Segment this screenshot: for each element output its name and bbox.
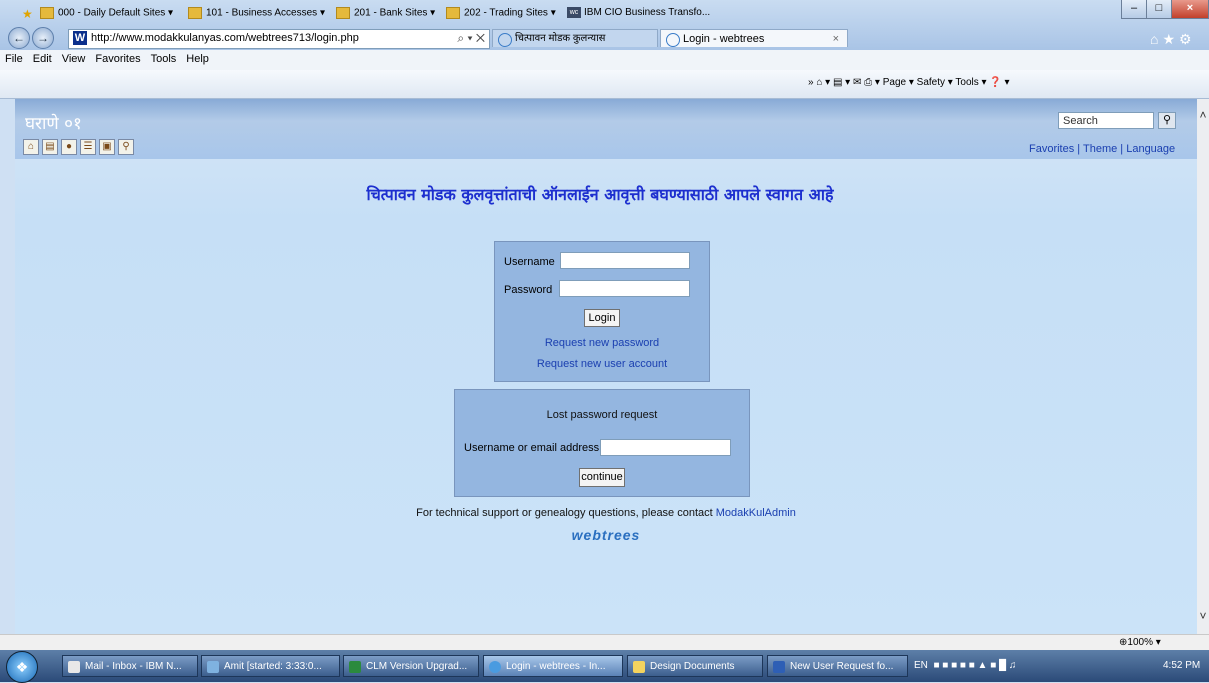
reports-icon[interactable]: ▣ — [99, 139, 115, 155]
fav-ibm-cio[interactable]: wc IBM CIO Business Transfo... — [567, 7, 710, 18]
menu-favorites[interactable]: Favorites — [90, 50, 145, 68]
lost-password-form: Lost password request Username or email … — [454, 389, 750, 497]
tab-modak-kulanyas[interactable]: चित्पावन मोडक कुलन्यास — [492, 29, 658, 47]
folder-icon — [336, 7, 350, 19]
home-favorites-settings-icons[interactable]: ⌂★⚙ — [1150, 31, 1196, 48]
pedigree-chart-icon[interactable]: ▤ — [42, 139, 58, 155]
task-login-webtrees[interactable]: Login - webtrees - In... — [483, 655, 623, 677]
individual-icon[interactable]: ● — [61, 139, 77, 155]
folder-icon — [40, 7, 54, 19]
login-button[interactable]: Login — [584, 309, 620, 327]
lost-password-heading: Lost password request — [546, 409, 658, 421]
menu-view[interactable]: View — [57, 50, 91, 68]
tab-label: चित्पावन मोडक कुलन्यास — [515, 33, 606, 44]
request-password-link[interactable]: Request new password — [495, 337, 709, 349]
start-button[interactable]: ❖ — [6, 651, 38, 683]
favorites-star-icon[interactable]: ★ — [22, 7, 33, 21]
language-indicator[interactable]: EN — [914, 660, 928, 671]
task-design-documents[interactable]: Design Documents — [627, 655, 763, 677]
ie-icon — [489, 661, 501, 673]
request-account-link[interactable]: Request new user account — [495, 358, 709, 370]
forward-button[interactable]: → — [32, 27, 54, 49]
loading-icon — [666, 33, 680, 47]
folder-icon — [446, 7, 460, 19]
site-toolbar: ⌂ ▤ ● ☰ ▣ ⚲ — [23, 139, 137, 155]
email-label: Username or email address — [464, 442, 600, 454]
lists-icon[interactable]: ☰ — [80, 139, 96, 155]
password-label: Password — [504, 284, 553, 296]
username-label: Username — [504, 256, 555, 268]
site-title[interactable]: घराणे ०१ — [25, 111, 82, 134]
home-icon[interactable]: ⌂ — [23, 139, 39, 155]
chat-icon — [207, 661, 219, 673]
task-amit[interactable]: Amit [started: 3:33:0... — [201, 655, 340, 677]
minimize-button[interactable]: – — [1121, 0, 1147, 19]
search-button[interactable]: ⚲ — [1158, 112, 1176, 129]
ie-page-icon — [498, 33, 512, 47]
webtrees-logo[interactable]: webtrees — [15, 527, 1197, 543]
password-input[interactable] — [559, 280, 690, 297]
task-mail[interactable]: Mail - Inbox - IBM N... — [62, 655, 198, 677]
word-icon — [773, 661, 785, 673]
fav-folder-trading[interactable]: 202 - Trading Sites ▾ — [446, 7, 556, 19]
mail-icon — [68, 661, 80, 673]
tab-login-webtrees[interactable]: Login - webtrees × — [660, 29, 848, 47]
login-form: Username Password Login Request new pass… — [494, 241, 710, 382]
folder-icon — [633, 661, 645, 673]
maximize-button[interactable]: □ — [1146, 0, 1172, 19]
header-links[interactable]: Favorites | Theme | Language — [1029, 143, 1175, 155]
menu-edit[interactable]: Edit — [28, 50, 57, 68]
wc-icon: wc — [567, 7, 581, 18]
clock[interactable]: 4:52 PM — [1163, 657, 1200, 675]
welcome-heading: चित्पावन मोडक कुलवृत्तांताची ऑनलाईन आवृत… — [366, 185, 834, 204]
scroll-up-icon[interactable]: ˄ — [1197, 108, 1209, 122]
scroll-down-icon[interactable]: ˅ — [1197, 609, 1209, 623]
close-tab-icon[interactable]: × — [833, 30, 839, 48]
fav-folder-business[interactable]: 101 - Business Accesses ▾ — [188, 7, 325, 19]
menu-tools[interactable]: Tools — [146, 50, 182, 68]
email-input[interactable] — [600, 439, 731, 456]
tray-icons[interactable]: ■ ■ ■ ■ ■ ▲ ■ █ ♫ — [933, 660, 1016, 671]
admin-contact-link[interactable]: ModakKulAdmin — [716, 507, 796, 519]
vertical-scrollbar[interactable] — [1197, 99, 1209, 634]
close-window-button[interactable]: × — [1171, 0, 1209, 19]
menu-bar: File Edit View Favorites Tools Help — [0, 50, 1209, 70]
fav-folder-daily[interactable]: 000 - Daily Default Sites ▾ — [40, 7, 173, 19]
excel-icon — [349, 661, 361, 673]
support-text: For technical support or genealogy quest… — [416, 507, 796, 519]
search-icon[interactable]: ⚲ — [118, 139, 134, 155]
task-clm[interactable]: CLM Version Upgrad... — [343, 655, 479, 677]
task-new-user-request[interactable]: New User Request fo... — [767, 655, 908, 677]
site-favicon-icon: W — [73, 31, 87, 45]
tab-label: Login - webtrees — [683, 33, 765, 45]
system-tray[interactable]: EN ■ ■ ■ ■ ■ ▲ ■ █ ♫ — [914, 657, 1016, 675]
folder-icon — [188, 7, 202, 19]
back-button[interactable]: ← — [8, 27, 30, 49]
address-tools-icon[interactable]: ⌕ ▾ ✕ — [457, 31, 485, 46]
webpage: घराणे ०१ ⌂ ▤ ● ☰ ▣ ⚲ Search ⚲ Favorites | The… — [15, 99, 1197, 634]
address-url: http://www.modakkulanyas.com/webtrees713… — [91, 32, 359, 44]
zoom-level[interactable]: ⊕100% ▾ — [1119, 637, 1161, 648]
command-bar[interactable]: » ⌂ ▾ ▤ ▾ ✉ ⎙ ▾ Page ▾ Safety ▾ Tools ▾ … — [808, 77, 1010, 88]
username-input[interactable] — [560, 252, 690, 269]
continue-button[interactable]: continue — [579, 468, 625, 487]
favorites-bar — [0, 70, 1209, 99]
site-header — [15, 99, 1197, 159]
site-search-input[interactable]: Search — [1058, 112, 1154, 129]
status-bar — [0, 634, 1209, 651]
menu-file[interactable]: File — [0, 50, 28, 68]
fav-folder-bank[interactable]: 201 - Bank Sites ▾ — [336, 7, 435, 19]
menu-help[interactable]: Help — [181, 50, 214, 68]
address-bar[interactable]: W http://www.modakkulanyas.com/webtrees7… — [68, 29, 490, 49]
